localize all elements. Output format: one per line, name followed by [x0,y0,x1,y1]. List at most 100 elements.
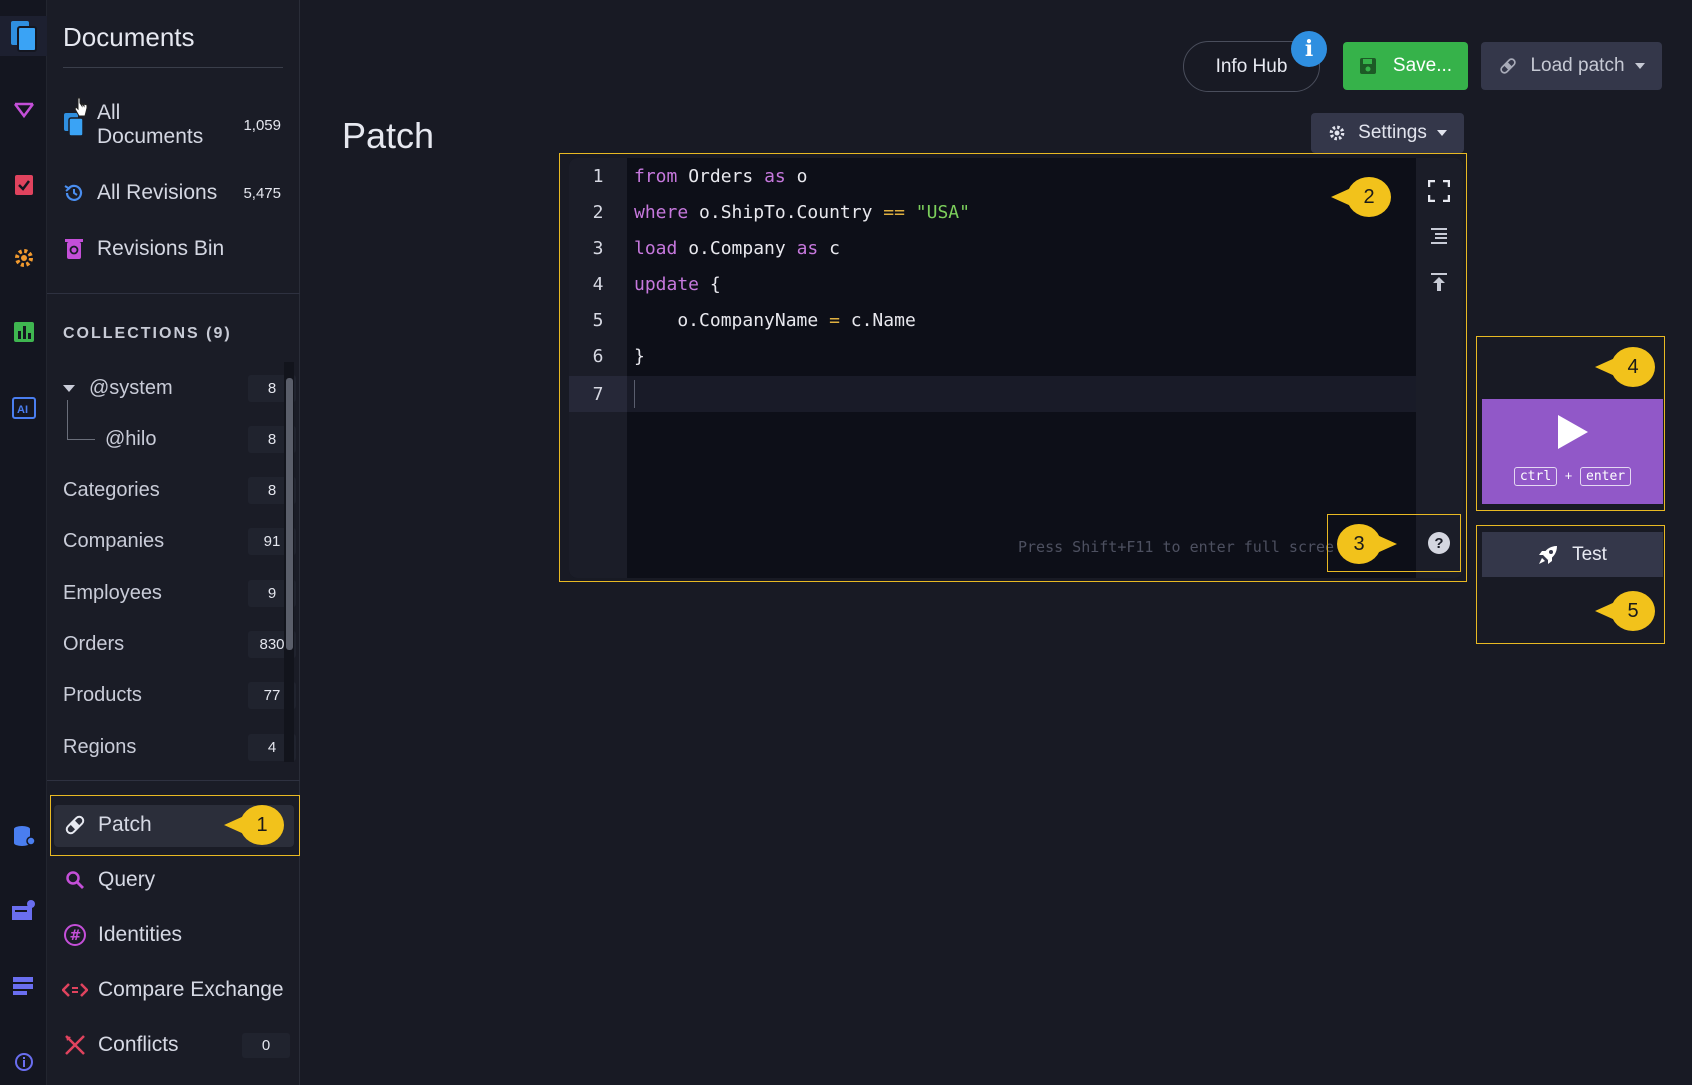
collection-name: Categories [63,479,160,501]
test-label: Test [1572,543,1607,565]
sidebar-title: Documents [63,22,195,52]
icon-rail: AI [0,0,47,1085]
documents-icon[interactable] [0,16,47,56]
save-icon [1359,57,1377,75]
collection-name: Employees [63,582,162,604]
page-title: Patch [342,115,435,156]
callout-badge-5: 5 [1595,591,1655,631]
collections-heading: COLLECTIONS (9) [63,325,232,342]
collection-orders[interactable]: Orders 830 [63,631,296,658]
operator: == [883,202,905,223]
nav-identities[interactable]: # Identities [50,910,300,960]
line-number: 3 [592,238,604,259]
nav-conflicts[interactable]: Conflicts 0 [50,1020,290,1070]
editor-hint: Press Shift+F11 to enter full scree [1018,538,1335,556]
tasks-icon[interactable] [0,164,47,204]
settings-label: Settings [1358,122,1427,143]
nav-query[interactable]: Query [50,855,300,905]
line-number: 5 [592,310,604,331]
kbd-plus: + [1564,468,1573,483]
server-icon[interactable] [0,966,47,1006]
test-button[interactable]: Test [1482,532,1663,577]
keyword: where [634,202,689,223]
code-line-1: from Orders as o [634,166,807,187]
cluster-icon[interactable] [0,890,47,930]
info-icon[interactable]: i [1291,31,1327,67]
line-number: 2 [592,202,604,223]
mouse-pointer-icon [74,97,88,122]
sidebar-item-all-documents[interactable]: All Documents 1,059 [61,101,287,149]
fullscreen-icon[interactable] [1427,179,1451,207]
settings-icon[interactable] [0,238,47,278]
collection-companies[interactable]: Companies 91 [63,528,296,555]
divider [63,67,283,68]
collection-name: @system [89,377,173,399]
callout-badge-3: 3 [1337,524,1397,564]
operator: = [829,310,840,331]
collection-products[interactable]: Products 77 [63,682,296,709]
line-number: 7 [592,384,604,405]
string-literal: "USA" [904,202,970,223]
ai-icon[interactable]: AI [0,388,47,428]
text-cursor [634,380,635,408]
nav-label: Query [98,868,156,891]
code-text: } [634,346,645,367]
code-text: o.ShipTo.Country [688,202,884,223]
sidebar-item-label: Revisions Bin [97,237,225,260]
line-number: 1 [592,166,604,187]
databases-icon[interactable] [0,816,47,856]
line-number: 6 [592,346,604,367]
graph-icon[interactable] [0,90,47,130]
code-text: c.Name [839,310,916,331]
collapse-icon[interactable] [1430,272,1448,297]
code-line-6: } [634,346,645,367]
collection-hilo[interactable]: @hilo 8 [105,426,296,453]
settings-button[interactable]: Settings [1311,113,1464,153]
code-text: { [699,274,721,295]
save-label: Save... [1392,55,1453,76]
code-line-3: load o.Company as c [634,238,840,259]
current-line-highlight [627,376,1417,412]
collection-categories[interactable]: Categories 8 [63,477,296,504]
code-line-5: o.CompanyName = c.Name [634,310,916,331]
label-line-2: Documents [97,125,204,148]
divider [47,780,300,781]
play-icon [1556,413,1590,456]
history-icon [61,180,87,206]
line-number: 4 [592,274,604,295]
callout-badge-2: 2 [1331,177,1391,217]
collection-system[interactable]: @system 8 [63,375,296,402]
code-text: o [785,166,808,187]
compare-exchange-icon [62,977,88,1003]
about-icon[interactable] [0,1042,47,1082]
svg-text:AI: AI [17,404,28,416]
rocket-icon [1538,545,1558,565]
load-patch-button[interactable]: Load patch [1481,42,1662,90]
code-text: Orders [677,166,765,187]
sidebar-item-label: All Documents [97,101,203,149]
divider [47,293,300,294]
collections-scrollbar-thumb[interactable] [286,378,293,650]
collection-regions[interactable]: Regions 4 [63,734,296,761]
conflicts-icon [62,1032,88,1058]
nav-label: Patch [98,813,152,836]
code-line-2: where o.ShipTo.Country == "USA" [634,202,970,223]
bin-icon [61,236,87,262]
load-patch-label: Load patch [1530,55,1625,76]
run-button[interactable]: ctrl + enter [1482,399,1663,504]
code-text: o.CompanyName [634,310,830,331]
stats-icon[interactable] [0,312,47,352]
sidebar-item-revisions-bin[interactable]: Revisions Bin [61,236,287,262]
keyword: update [634,274,700,295]
sidebar-item-all-revisions[interactable]: All Revisions 5,475 [61,180,287,206]
save-button[interactable]: Save... [1343,42,1468,90]
collection-employees[interactable]: Employees 9 [63,580,296,607]
nav-label: Conflicts [98,1033,179,1056]
kbd-enter: enter [1580,467,1632,486]
collection-name: Regions [63,736,137,758]
format-icon[interactable] [1429,226,1449,251]
nav-compare-exchange[interactable]: Compare Exchange [50,965,300,1015]
callout-badge-1: 1 [224,805,284,845]
collection-name: Products [63,684,142,706]
caret-down-icon[interactable] [63,385,75,392]
